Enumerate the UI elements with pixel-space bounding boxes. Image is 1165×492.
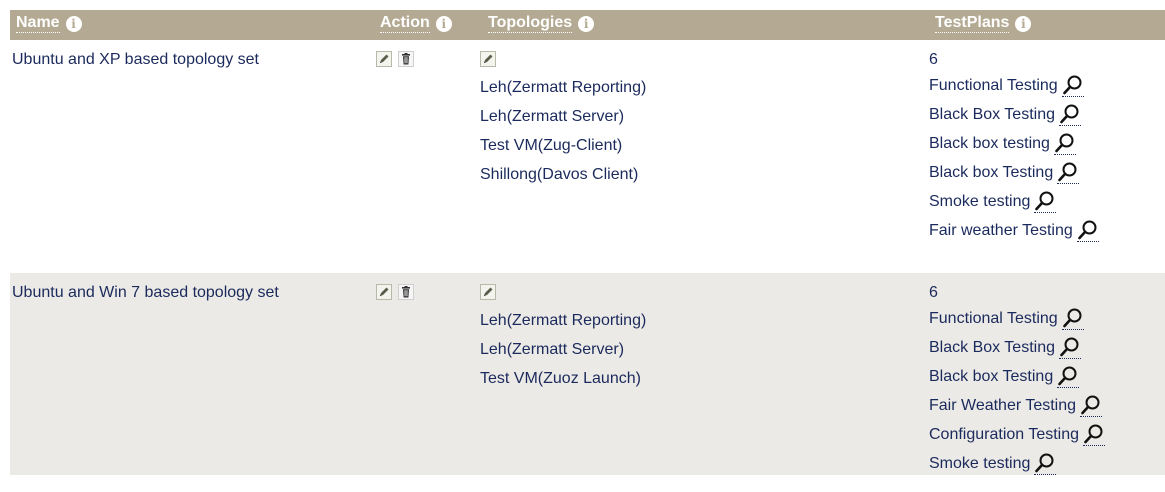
testplan-label: Smoke testing <box>929 455 1031 472</box>
testplan-item: Black box Testing <box>929 362 1105 391</box>
magnifier-icon[interactable] <box>1083 423 1106 446</box>
header-name-label[interactable]: Name <box>16 14 60 33</box>
topology-item: Test VM(Zug-Client) <box>480 137 623 154</box>
row-actions <box>376 284 414 300</box>
topologies-cell: Leh(Zermatt Reporting) Leh(Zermatt Serve… <box>480 51 646 189</box>
testplan-item: Smoke testing <box>929 449 1105 478</box>
testplans-cell: 6 Functional Testing Black Box Testing B… <box>929 49 1099 245</box>
testplan-label: Black Box Testing <box>929 339 1055 356</box>
magnifier-icon[interactable] <box>1076 219 1099 242</box>
edit-icon[interactable] <box>376 284 392 300</box>
edit-topologies-icon[interactable] <box>480 284 496 300</box>
testplan-label: Fair weather Testing <box>929 222 1073 239</box>
info-icon[interactable]: i <box>1015 15 1032 32</box>
table-row: Ubuntu and Win 7 based topology set Leh(… <box>10 273 1165 475</box>
testplans-cell: 6 Functional Testing Black Box Testing B… <box>929 282 1106 478</box>
topology-item: Leh(Zermatt Reporting) <box>480 79 647 96</box>
testplan-label: Smoke testing <box>929 193 1031 210</box>
topology-item: Leh(Zermatt Reporting) <box>480 312 647 329</box>
testplan-item: Configuration Testing <box>929 420 1106 449</box>
header-testplans: TestPlans i <box>935 14 1032 33</box>
testplan-label: Configuration Testing <box>929 426 1080 443</box>
topology-item: Leh(Zermatt Server) <box>480 108 625 125</box>
topologies-cell: Leh(Zermatt Reporting) Leh(Zermatt Serve… <box>480 284 646 393</box>
info-icon[interactable]: i <box>435 15 452 32</box>
magnifier-icon[interactable] <box>1053 132 1076 155</box>
testplan-item: Black box Testing <box>929 158 1099 187</box>
testplan-count: 6 <box>929 284 938 301</box>
trash-icon[interactable] <box>398 51 414 67</box>
header-action: Action i <box>380 14 452 33</box>
testplan-item: Functional Testing <box>929 71 1099 100</box>
topology-sets-table: Name i Action i Topologies i TestPlans i… <box>0 10 1165 475</box>
testplan-item: Black Box Testing <box>929 100 1099 129</box>
magnifier-icon[interactable] <box>1061 74 1084 97</box>
testplan-label: Functional Testing <box>929 77 1058 94</box>
header-name: Name i <box>16 14 82 33</box>
header-testplans-label[interactable]: TestPlans <box>935 14 1010 33</box>
testplan-label: Functional Testing <box>929 310 1058 327</box>
magnifier-icon[interactable] <box>1059 336 1081 359</box>
testplan-item: Black Box Testing <box>929 333 1105 362</box>
testplan-item: Fair weather Testing <box>929 216 1099 245</box>
info-icon[interactable]: i <box>578 15 595 32</box>
row-actions <box>376 51 414 67</box>
magnifier-icon[interactable] <box>1059 103 1081 126</box>
magnifier-icon[interactable] <box>1080 394 1103 417</box>
topology-item: Shillong(Davos Client) <box>480 166 639 183</box>
testplan-item: Smoke testing <box>929 187 1099 216</box>
topology-set-name: Ubuntu and XP based topology set <box>12 51 259 68</box>
testplan-label: Black box Testing <box>929 164 1054 181</box>
edit-icon[interactable] <box>376 51 392 67</box>
magnifier-icon[interactable] <box>1061 307 1084 330</box>
trash-icon[interactable] <box>398 284 414 300</box>
testplan-item: Fair Weather Testing <box>929 391 1105 420</box>
header-topologies: Topologies i <box>488 14 595 33</box>
testplan-item: Functional Testing <box>929 304 1105 333</box>
table-header: Name i Action i Topologies i TestPlans i <box>10 10 1165 40</box>
testplan-item: Black box testing <box>929 129 1099 158</box>
magnifier-icon[interactable] <box>1057 161 1080 184</box>
header-action-label: Action <box>380 14 430 33</box>
topology-set-name: Ubuntu and Win 7 based topology set <box>12 284 279 301</box>
testplan-label: Fair Weather Testing <box>929 397 1077 414</box>
header-topologies-label: Topologies <box>488 14 573 33</box>
edit-topologies-icon[interactable] <box>480 51 496 67</box>
topology-item: Leh(Zermatt Server) <box>480 341 625 358</box>
magnifier-icon[interactable] <box>1034 190 1057 213</box>
testplan-label: Black box Testing <box>929 368 1054 385</box>
testplan-count: 6 <box>929 51 938 68</box>
topology-item: Test VM(Zuoz Launch) <box>480 370 641 387</box>
testplan-label: Black box testing <box>929 135 1050 152</box>
info-icon[interactable]: i <box>65 15 82 32</box>
testplan-label: Black Box Testing <box>929 106 1055 123</box>
magnifier-icon[interactable] <box>1057 365 1080 388</box>
magnifier-icon[interactable] <box>1034 452 1057 475</box>
table-row: Ubuntu and XP based topology set Leh(Zer… <box>10 40 1165 273</box>
